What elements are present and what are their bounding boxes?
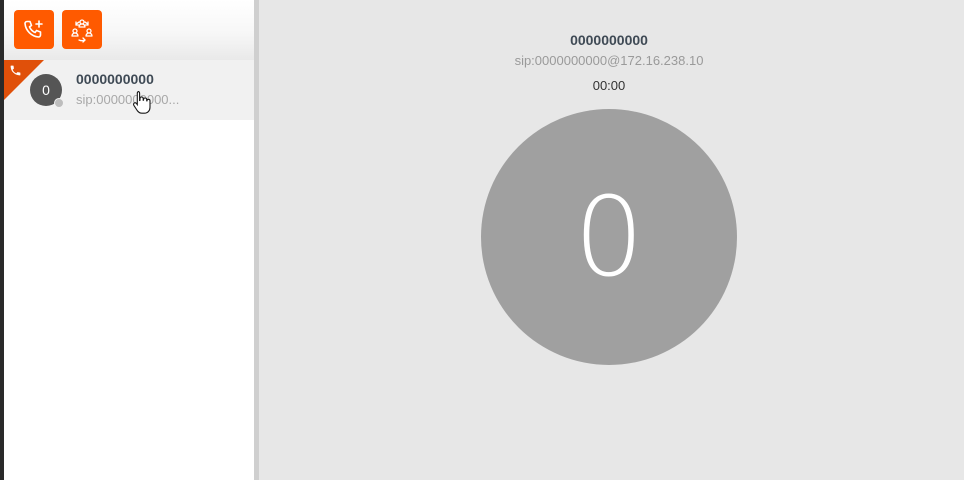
transfer-call-button[interactable] (62, 10, 102, 49)
list-item[interactable]: 0 0000000000 sip:0000000000... (4, 60, 254, 120)
sidebar-toolbar (4, 0, 254, 60)
contact-sip-address: sip:0000000000... (76, 92, 180, 107)
hand-cursor-icon (132, 90, 151, 114)
contacts-transfer-icon (68, 16, 96, 44)
contact-name: 0000000000 (76, 71, 154, 87)
call-panel: 0000000000 sip:0000000000@172.16.238.10 … (259, 0, 964, 480)
callee-name: 0000000000 (570, 32, 648, 48)
phone-plus-icon (22, 18, 46, 42)
callee-sip-address: sip:0000000000@172.16.238.10 (514, 53, 704, 68)
call-timer: 00:00 (592, 78, 626, 93)
softphone-window: 0 0000000000 sip:0000000000... 000000000… (0, 0, 964, 480)
add-call-button[interactable] (14, 10, 54, 49)
phone-icon (9, 64, 22, 77)
callee-avatar: 0 (481, 109, 737, 365)
sidebar: 0 0000000000 sip:0000000000... (4, 0, 254, 480)
presence-indicator (54, 98, 64, 108)
